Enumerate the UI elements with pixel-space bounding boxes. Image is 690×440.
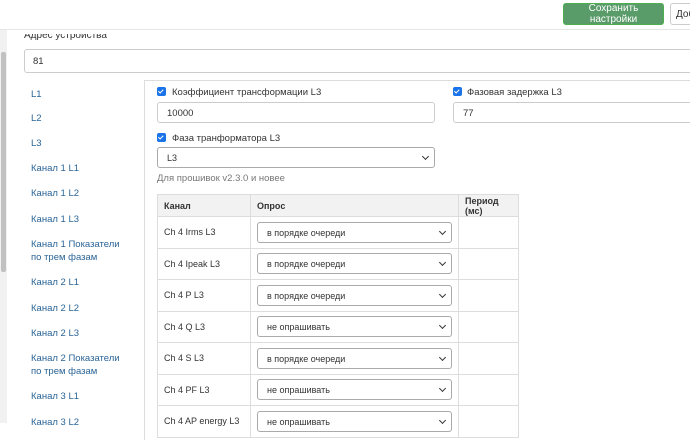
sidebar-item-l1[interactable]: L1 — [31, 88, 131, 101]
sidebar-item-channel1-three-phase[interactable]: Канал 1 Показатели по трем фазам — [31, 238, 131, 264]
channel-name: Ch 4 P L3 — [157, 279, 251, 312]
channel-name: Ch 4 Q L3 — [157, 310, 251, 343]
poll-mode-select[interactable]: в порядке очереди — [257, 221, 452, 243]
transformer-phase-checkbox[interactable] — [157, 133, 166, 142]
chevron-down-icon — [438, 290, 447, 298]
save-settings-button[interactable]: Сохранить настройки — [563, 3, 664, 25]
period-cell[interactable] — [458, 216, 519, 249]
sidebar-item-l2[interactable]: L2 — [31, 112, 131, 125]
table-row: Ch 4 P L3 в порядке очереди — [157, 279, 519, 312]
poll-cell: не опрашивать — [250, 373, 459, 406]
table-header-row: Канал Опрос Период (мс) — [157, 194, 519, 217]
table-row: Ch 4 AP energy L3 не опрашивать — [157, 405, 519, 438]
channel-name: Ch 4 Irms L3 — [157, 216, 251, 249]
poll-cell: в порядке очереди — [250, 342, 459, 375]
sidebar-item-channel3-l1[interactable]: Канал 3 L1 — [31, 390, 131, 403]
poll-table: Канал Опрос Период (мс) Ch 4 Irms L3 в п… — [157, 194, 519, 438]
column-header-channel: Канал — [157, 194, 251, 217]
sidebar-item-channel1-l1[interactable]: Канал 1 L1 — [31, 162, 131, 175]
transformer-phase-select[interactable]: L3 — [157, 147, 435, 168]
poll-cell: в порядке очереди — [250, 216, 459, 249]
poll-mode-select[interactable]: в порядке очереди — [257, 253, 452, 275]
poll-mode-value: в порядке очереди — [267, 353, 346, 364]
poll-mode-value: не опрашивать — [267, 385, 330, 396]
poll-mode-value: не опрашивать — [267, 416, 330, 427]
poll-mode-select[interactable]: не опрашивать — [257, 379, 452, 401]
sidebar-item-channel2-l1[interactable]: Канал 2 L1 — [31, 276, 131, 289]
sidebar-item-channel2-l3[interactable]: Канал 2 L3 — [31, 327, 131, 340]
phase-delay-input[interactable]: 77 — [453, 102, 690, 123]
period-cell[interactable] — [458, 310, 519, 343]
add-button[interactable]: Добавить — [670, 3, 690, 25]
period-cell[interactable] — [458, 342, 519, 375]
poll-mode-value: в порядке очереди — [267, 227, 346, 238]
device-address-input[interactable]: 81 — [24, 49, 690, 73]
chevron-down-icon — [438, 227, 447, 235]
sidebar-item-channel2-three-phase[interactable]: Канал 2 Показатели по трем фазам — [31, 352, 131, 378]
poll-cell: в порядке очереди — [250, 279, 459, 312]
poll-mode-value: в порядке очереди — [267, 259, 346, 270]
top-toolbar: Сохранить настройки Добавить — [0, 0, 690, 30]
table-row: Ch 4 Q L3 не опрашивать — [157, 310, 519, 343]
table-row: Ch 4 S L3 в порядке очереди — [157, 342, 519, 375]
sidebar-item-channel1-l3[interactable]: Канал 1 L3 — [31, 213, 131, 226]
chevron-down-icon — [438, 322, 447, 330]
poll-cell: не опрашивать — [250, 310, 459, 343]
poll-cell: в порядке очереди — [250, 247, 459, 280]
channel-name: Ch 4 Ipeak L3 — [157, 247, 251, 280]
table-row: Ch 4 Irms L3 в порядке очереди — [157, 216, 519, 249]
chevron-down-icon — [438, 385, 447, 393]
table-row: Ch 4 PF L3 не опрашивать — [157, 373, 519, 406]
period-cell[interactable] — [458, 405, 519, 438]
column-header-period: Период (мс) — [458, 194, 519, 217]
poll-mode-value: не опрашивать — [267, 322, 330, 333]
table-row: Ch 4 Ipeak L3 в порядке очереди — [157, 247, 519, 280]
poll-cell: не опрашивать — [250, 405, 459, 438]
channel-name: Ch 4 PF L3 — [157, 373, 251, 406]
transformer-phase-label: Фаза транформатора L3 — [172, 133, 281, 144]
firmware-hint: Для прошивок v2.3.0 и новее — [157, 173, 285, 184]
transformer-phase-value: L3 — [167, 153, 178, 163]
poll-mode-value: в порядке очереди — [267, 290, 346, 301]
ct-ratio-checkbox[interactable] — [157, 87, 166, 96]
phase-delay-checkbox[interactable] — [453, 87, 462, 96]
sidebar-item-channel1-l2[interactable]: Канал 1 L2 — [31, 187, 131, 200]
ct-ratio-label: Коэффициент трансформации L3 — [172, 87, 322, 98]
channel-name: Ch 4 S L3 — [157, 342, 251, 375]
page-scrollbar[interactable] — [0, 30, 7, 423]
poll-mode-select[interactable]: не опрашивать — [257, 316, 452, 338]
scrollbar-thumb[interactable] — [1, 52, 6, 272]
device-address-label: Адрес устройства — [24, 34, 107, 41]
poll-mode-select[interactable]: в порядке очереди — [257, 347, 452, 369]
ct-ratio-input[interactable]: 10000 — [157, 102, 435, 123]
sidebar-item-l3[interactable]: L3 — [31, 137, 131, 150]
phase-delay-label: Фазовая задержка L3 — [467, 87, 562, 98]
poll-mode-select[interactable]: не опрашивать — [257, 410, 452, 432]
period-cell[interactable] — [458, 247, 519, 280]
chevron-down-icon — [438, 259, 447, 267]
chevron-down-icon — [421, 152, 430, 161]
column-header-poll: Опрос — [250, 194, 459, 217]
sidebar-item-channel2-l2[interactable]: Канал 2 L2 — [31, 302, 131, 315]
poll-mode-select[interactable]: в порядке очереди — [257, 284, 452, 306]
channel-name: Ch 4 AP energy L3 — [157, 405, 251, 438]
period-cell[interactable] — [458, 373, 519, 406]
chevron-down-icon — [438, 353, 447, 361]
period-cell[interactable] — [458, 279, 519, 312]
